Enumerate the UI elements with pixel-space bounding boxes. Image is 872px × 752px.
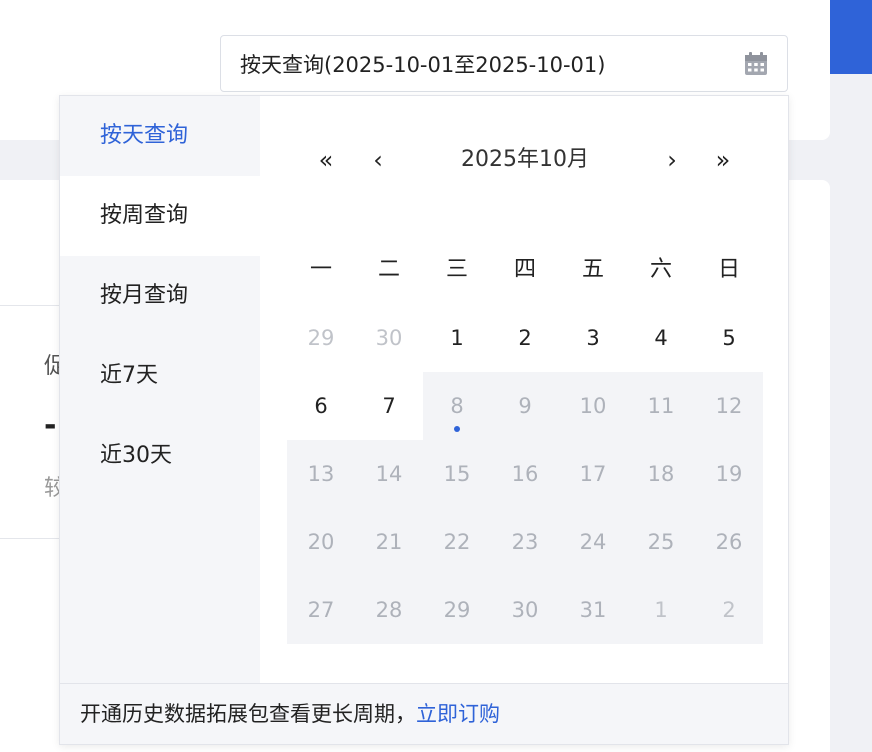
today-indicator-dot	[454, 426, 460, 432]
calendar-icon	[745, 51, 767, 75]
next-year-button[interactable]: »	[708, 138, 738, 182]
weekday-label: 二	[377, 257, 400, 282]
calendar-day-today: 8	[423, 372, 491, 440]
month-title: 2025年10月	[461, 147, 589, 172]
calendar-day: 29	[423, 576, 491, 644]
calendar-day: 9	[491, 372, 559, 440]
weekday-label: 三	[445, 257, 468, 282]
calendar-day: 30	[375, 326, 403, 350]
calendar-day: 13	[287, 440, 355, 508]
calendar-day[interactable]: 2	[491, 304, 559, 372]
query-last-7-days[interactable]: 近7天	[60, 336, 260, 416]
blue-side-tab[interactable]	[830, 0, 872, 74]
calendar-week: 27 28 29 30 31 1 2	[287, 576, 763, 644]
prev-year-button[interactable]: «	[311, 138, 341, 182]
query-last-30-days[interactable]: 近30天	[60, 416, 260, 496]
date-range-input[interactable]: 按天查询(2025-10-01至2025-10-01)	[220, 35, 788, 92]
calendar-week: 20 21 22 23 24 25 26	[287, 508, 763, 576]
calendar-day-number: 8	[450, 394, 464, 418]
calendar-day: 30	[491, 576, 559, 644]
calendar-day: 11	[627, 372, 695, 440]
calendar-day: 29	[307, 326, 335, 350]
calendar-day[interactable]: 5	[695, 304, 763, 372]
calendar-day: 24	[559, 508, 627, 576]
weekday-label: 一	[309, 257, 332, 282]
upgrade-footer: 开通历史数据拓展包查看更长周期，立即订购	[60, 683, 788, 744]
calendar-day: 1	[627, 576, 695, 644]
date-range-value: 按天查询(2025-10-01至2025-10-01)	[240, 52, 606, 77]
calendar-week: 6 7 8 9 10 11 12	[287, 372, 763, 440]
calendar-day: 15	[423, 440, 491, 508]
query-by-week[interactable]: 按周查询	[60, 176, 260, 256]
calendar-day: 21	[355, 508, 423, 576]
calendar-week: 13 14 15 16 17 18 19	[287, 440, 763, 508]
prev-month-button[interactable]: ‹	[363, 138, 393, 182]
calendar-week: 29 30 1 2 3 4 5	[287, 304, 763, 372]
calendar-header: « ‹ 2025年10月 › »	[287, 138, 763, 182]
date-picker-dropdown: 按天查询 按周查询 按月查询 近7天 近30天 « ‹ 2025年10月 › »…	[59, 95, 789, 745]
calendar-day: 18	[627, 440, 695, 508]
calendar-day: 31	[559, 576, 627, 644]
calendar-day[interactable]: 3	[559, 304, 627, 372]
stat-value-fragment: -	[44, 408, 57, 443]
calendar-day: 27	[287, 576, 355, 644]
calendar-day: 14	[355, 440, 423, 508]
weekday-header: 一 二 三 四 五 六 日	[287, 236, 763, 304]
calendar-day: 12	[695, 372, 763, 440]
calendar-day: 17	[559, 440, 627, 508]
query-mode-sidebar: 按天查询 按周查询 按月查询 近7天 近30天	[60, 96, 260, 683]
calendar-day: 20	[287, 508, 355, 576]
weekday-label: 日	[717, 257, 740, 282]
calendar-day: 23	[491, 508, 559, 576]
next-month-button[interactable]: ›	[657, 138, 687, 182]
calendar-day: 26	[695, 508, 763, 576]
query-by-month[interactable]: 按月查询	[60, 256, 260, 336]
query-by-day[interactable]: 按天查询	[60, 96, 260, 176]
calendar-panel: « ‹ 2025年10月 › » 一 二 三 四 五 六 日 29 30 1 2…	[287, 96, 763, 683]
calendar-day: 28	[355, 576, 423, 644]
weekday-label: 五	[581, 257, 604, 282]
subscribe-now-link[interactable]: 立即订购	[416, 702, 500, 726]
calendar-day: 22	[423, 508, 491, 576]
calendar-day: 25	[627, 508, 695, 576]
calendar-day: 2	[695, 576, 763, 644]
calendar-grid: 29 30 1 2 3 4 5 6 7 8 9 10 11 12 13 14 1…	[287, 304, 763, 644]
upgrade-message: 开通历史数据拓展包查看更长周期，	[80, 702, 416, 726]
weekday-label: 六	[649, 257, 672, 282]
calendar-day: 19	[695, 440, 763, 508]
calendar-day: 16	[491, 440, 559, 508]
calendar-day[interactable]: 6	[287, 372, 355, 440]
calendar-day[interactable]: 1	[423, 304, 491, 372]
calendar-day[interactable]: 7	[355, 372, 423, 440]
calendar-day: 10	[559, 372, 627, 440]
weekday-label: 四	[513, 257, 536, 282]
calendar-day[interactable]: 4	[627, 304, 695, 372]
